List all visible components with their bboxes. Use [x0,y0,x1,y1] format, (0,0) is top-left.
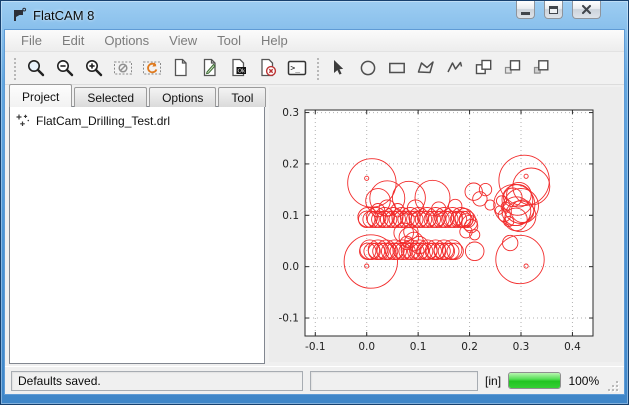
left-panel: ProjectSelectedOptionsTool FlatCam_Drill… [5,85,265,366]
menu-item-file[interactable]: File [11,31,52,50]
project-tree[interactable]: FlatCam_Drilling_Test.drl [9,106,265,364]
svg-text:0.3: 0.3 [282,107,299,119]
move-geometry-button[interactable] [499,55,526,82]
app-window: FlatCAM 8 FileEditOptionsViewToolHelp Ok… [0,0,629,405]
maximize-button[interactable] [544,1,563,19]
command-shell-button[interactable]: >_ [283,55,310,82]
zoom-in-icon [84,58,104,78]
new-project-button[interactable] [167,55,194,82]
tab-project[interactable]: Project [9,84,72,107]
draw-polygon-icon [416,58,436,78]
minimize-icon [521,12,530,15]
svg-text:Ok: Ok [237,69,245,75]
draw-circle-button[interactable] [354,55,381,82]
status-message: Defaults saved. [11,371,303,391]
plot-figure[interactable]: -0.1 0.0 0.1 0.2 0.3 0.4 -0.1 0.0 0.1 0.2 0.3 [269,87,622,362]
progress-bar [508,372,561,389]
svg-text:-0.1: -0.1 [305,341,326,353]
status-bar: Defaults saved. [in] 100% [5,366,624,394]
title-bar[interactable]: FlatCAM 8 [1,1,628,29]
progress-percent: 100% [568,374,599,388]
open-project-button[interactable] [196,55,223,82]
save-ok-button[interactable]: Ok [225,55,252,82]
svg-text:0.2: 0.2 [282,158,299,170]
maximize-icon [549,6,558,14]
tab-tool[interactable]: Tool [218,87,266,107]
select-arrow-icon [329,58,349,78]
resize-grip[interactable] [606,379,618,391]
progress-fill [509,373,560,388]
move-geometry-icon [503,58,523,78]
toolbar-handle[interactable] [315,56,320,80]
select-arrow-button[interactable] [325,55,352,82]
minimize-button[interactable] [516,1,535,19]
draw-circle-icon [358,58,378,78]
tab-options[interactable]: Options [149,87,216,107]
command-shell-icon: >_ [287,58,307,78]
zoom-in-button[interactable] [80,55,107,82]
delete-object-icon [258,58,278,78]
draw-polygon-button[interactable] [412,55,439,82]
copy-geometry-icon [474,58,494,78]
close-icon [581,4,592,15]
toolbar: Ok >_ [5,52,624,85]
save-ok-icon: Ok [229,58,249,78]
svg-text:0.1: 0.1 [410,341,427,353]
open-project-icon [200,58,220,78]
draw-polyline-button[interactable] [441,55,468,82]
draw-rectangle-icon [387,58,407,78]
svg-text:-0.1: -0.1 [279,313,300,325]
menu-item-options[interactable]: Options [94,31,159,50]
paste-geometry-button[interactable] [528,55,555,82]
app-icon [11,7,27,23]
tab-selected[interactable]: Selected [74,87,147,107]
tree-item[interactable]: FlatCam_Drilling_Test.drl [12,111,262,130]
draw-polyline-icon [445,58,465,78]
delete-object-button[interactable] [254,55,281,82]
svg-text:0.0: 0.0 [358,341,375,353]
window-controls [516,1,601,19]
replot-icon [142,58,162,78]
drill-file-icon [16,113,31,128]
zoom-fit-button[interactable] [22,55,49,82]
plot-canvas[interactable]: -0.1 0.0 0.1 0.2 0.3 0.4 -0.1 0.0 0.1 0.2 0.3 [269,87,622,362]
client-area: FileEditOptionsViewToolHelp Ok>_ Project… [4,29,625,395]
draw-rectangle-button[interactable] [383,55,410,82]
zoom-out-icon [55,58,75,78]
zoom-out-button[interactable] [51,55,78,82]
svg-text:>_: >_ [290,64,300,73]
svg-text:0.1: 0.1 [282,210,299,222]
window-title: FlatCAM 8 [33,8,94,23]
menu-item-tool[interactable]: Tool [207,31,251,50]
menu-item-view[interactable]: View [159,31,207,50]
zoom-fit-icon [26,58,46,78]
clear-plot-button[interactable] [109,55,136,82]
status-secondary [310,371,478,391]
svg-text:0.4: 0.4 [564,341,581,353]
svg-text:0.3: 0.3 [513,341,530,353]
menu-bar: FileEditOptionsViewToolHelp [5,30,624,52]
new-project-icon [171,58,191,78]
tab-bar: ProjectSelectedOptionsTool [9,85,265,107]
close-button[interactable] [572,1,601,19]
svg-text:0.0: 0.0 [282,261,299,273]
clear-plot-icon [113,58,133,78]
main-area: ProjectSelectedOptionsTool FlatCam_Drill… [5,85,624,366]
units-label: [in] [485,374,501,388]
replot-button[interactable] [138,55,165,82]
tree-item-label: FlatCam_Drilling_Test.drl [36,114,170,128]
copy-geometry-button[interactable] [470,55,497,82]
svg-text:0.2: 0.2 [461,341,478,353]
menu-item-edit[interactable]: Edit [52,31,94,50]
paste-geometry-icon [532,58,552,78]
menu-item-help[interactable]: Help [251,31,298,50]
toolbar-handle[interactable] [12,56,17,80]
